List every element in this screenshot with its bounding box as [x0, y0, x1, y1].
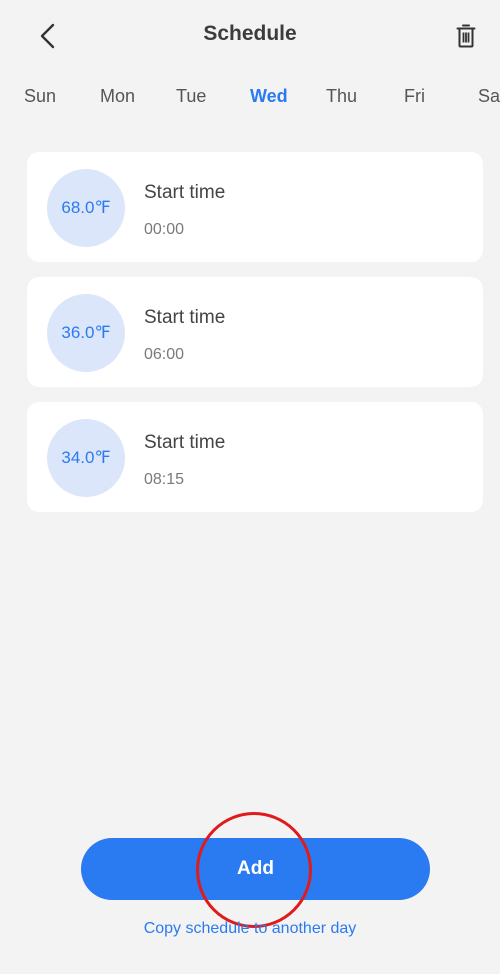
trash-icon: [456, 24, 476, 48]
delete-button[interactable]: [448, 18, 484, 54]
add-button[interactable]: Add: [81, 838, 430, 900]
temperature-badge: 34.0℉: [47, 419, 125, 497]
tab-sat[interactable]: Sa: [478, 86, 500, 107]
copy-schedule-link[interactable]: Copy schedule to another day: [0, 920, 500, 938]
schedule-item[interactable]: 34.0℉ Start time 08:15: [27, 402, 483, 512]
header: Schedule: [0, 0, 500, 72]
start-time-value: 08:15: [144, 471, 185, 488]
start-time-label: Start time: [144, 307, 226, 328]
temperature-badge: 68.0℉: [47, 169, 125, 247]
tab-thu[interactable]: Thu: [326, 86, 357, 107]
schedule-item[interactable]: 68.0℉ Start time 00:00: [27, 152, 483, 262]
temperature-badge: 36.0℉: [47, 294, 125, 372]
start-time-value: 06:00: [144, 346, 185, 363]
tab-tue[interactable]: Tue: [176, 86, 206, 107]
tab-sun[interactable]: Sun: [24, 86, 56, 107]
tab-fri[interactable]: Fri: [404, 86, 425, 107]
tab-mon[interactable]: Mon: [100, 86, 135, 107]
schedule-item[interactable]: 36.0℉ Start time 06:00: [27, 277, 483, 387]
page-title: Schedule: [203, 22, 297, 45]
day-tabs: Sun Mon Tue Wed Thu Fri Sa: [0, 86, 500, 126]
start-time-value: 00:00: [144, 221, 185, 238]
start-time-label: Start time: [144, 182, 226, 203]
start-time-label: Start time: [144, 432, 226, 453]
tab-wed[interactable]: Wed: [250, 86, 288, 107]
